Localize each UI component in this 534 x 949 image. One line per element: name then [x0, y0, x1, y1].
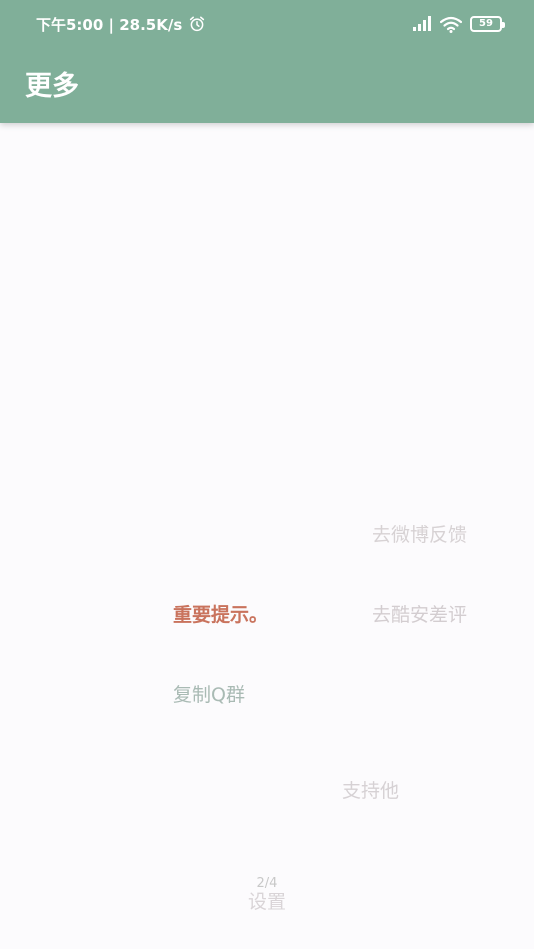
page-title: 更多: [25, 71, 79, 102]
alarm-icon: [190, 16, 205, 32]
status-time-speed: 下午5:00 | 28.5K/s: [36, 15, 183, 34]
battery-level: 59: [479, 18, 493, 29]
copy-qq-group-button[interactable]: 复制Q群: [173, 680, 245, 707]
weibo-feedback-button[interactable]: 去微博反馈: [372, 520, 467, 547]
important-notice-button[interactable]: 重要提示。: [173, 600, 268, 627]
battery-icon: 59: [470, 16, 505, 32]
kuan-review-button[interactable]: 去酷安差评: [372, 600, 467, 627]
settings-button[interactable]: 设置: [0, 887, 534, 914]
support-button[interactable]: 支持他: [342, 776, 399, 803]
wifi-icon: [440, 16, 462, 33]
signal-icon: [413, 16, 431, 31]
status-bar: 下午5:00 | 28.5K/s 59: [0, 0, 534, 46]
app-bar: 下午5:00 | 28.5K/s 59 更多: [0, 0, 534, 123]
status-right: 59: [412, 13, 505, 35]
status-left: 下午5:00 | 28.5K/s: [36, 14, 206, 34]
